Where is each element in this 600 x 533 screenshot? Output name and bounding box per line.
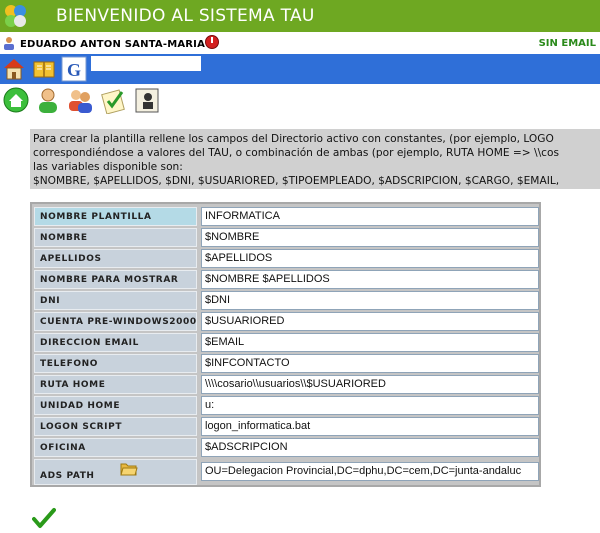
logout-power-icon[interactable] [205, 35, 219, 49]
home-icon[interactable] [1, 56, 27, 82]
toolbar: G [0, 54, 600, 84]
home-path-field[interactable]: \\\\cosario\\usuarios\\$USUARIORED [201, 375, 539, 394]
home-drive-field[interactable]: u: [201, 396, 539, 415]
form-row-display-name: NOMBRE PARA MOSTRAR $NOMBRE $APELLIDOS [34, 270, 539, 289]
field-label: APELLIDOS [40, 254, 102, 264]
instructions-line-4: $NOMBRE, $APELLIDOS, $DNI, $USUARIORED, … [33, 175, 560, 187]
field-label: RUTA HOME [40, 380, 106, 390]
app-logo-icon [5, 5, 26, 27]
user-bar: EDUARDO ANTON SANTA-MARIA SIN EMAIL [0, 32, 600, 54]
instructions-line-2: correspondiéndose a valores del TAU, o c… [33, 147, 559, 159]
form-row-dni: DNI $DNI [34, 291, 539, 310]
office-field[interactable]: $ADSCRIPCION [201, 438, 539, 457]
form-row-pre-windows2000: CUENTA PRE-WINDOWS2000 $USUARIORED [34, 312, 539, 331]
ads-path-field[interactable]: OU=Delegacion Provincial,DC=dphu,DC=cem,… [201, 462, 539, 481]
template-name-field[interactable]: INFORMATICA [201, 207, 539, 226]
field-label: OFICINA [40, 443, 86, 453]
display-name-field[interactable]: $NOMBRE $APELLIDOS [201, 270, 539, 289]
field-label: DNI [40, 296, 61, 306]
form-row-nombre: NOMBRE $NOMBRE [34, 228, 539, 247]
nav-icon-row [0, 84, 600, 116]
form-row-ads-path: ADS PATH OU=Delegacion Provincial,DC=dph… [34, 459, 539, 485]
mail-status[interactable]: SIN EMAIL [539, 38, 596, 49]
field-label: ADS PATH [40, 471, 95, 481]
dni-field[interactable]: $DNI [201, 291, 539, 310]
field-label: NOMBRE [40, 233, 88, 243]
form-row-nombre-plantilla: NOMBRE PLANTILLA INFORMATICA [34, 207, 539, 226]
form-row-logon-script: LOGON SCRIPT logon_informatica.bat [34, 417, 539, 436]
form-row-telefono: TELEFONO $INFCONTACTO [34, 354, 539, 373]
folder-browse-icon[interactable] [120, 461, 138, 476]
form-row-unidad-home: UNIDAD HOME u: [34, 396, 539, 415]
last-name-field[interactable]: $APELLIDOS [201, 249, 539, 268]
users-icon[interactable] [66, 86, 94, 114]
field-label: LOGON SCRIPT [40, 422, 123, 432]
field-label: TELEFONO [40, 359, 98, 369]
user-name: EDUARDO ANTON SANTA-MARIA [20, 39, 206, 50]
first-name-field[interactable]: $NOMBRE [201, 228, 539, 247]
checklist-icon[interactable] [100, 86, 128, 114]
phone-field[interactable]: $INFCONTACTO [201, 354, 539, 373]
form-row-oficina: OFICINA $ADSCRIPCION [34, 438, 539, 457]
user-icon [4, 37, 14, 50]
form-row-apellidos: APELLIDOS $APELLIDOS [34, 249, 539, 268]
user-icon[interactable] [34, 86, 62, 114]
email-field[interactable]: $EMAIL [201, 333, 539, 352]
instructions-line-1: Para crear la plantilla rellene los camp… [33, 133, 554, 145]
instructions-box: Para crear la plantilla rellene los camp… [30, 129, 600, 189]
svg-text:G: G [67, 60, 81, 80]
logon-script-field[interactable]: logon_informatica.bat [201, 417, 539, 436]
form-row-email: DIRECCION EMAIL $EMAIL [34, 333, 539, 352]
book-icon[interactable] [31, 56, 57, 82]
google-icon[interactable]: G [61, 56, 87, 82]
home-circle-icon[interactable] [2, 86, 30, 114]
app-header: BIENVENIDO AL SISTEMA TAU [0, 0, 600, 32]
confirm-check-icon[interactable] [32, 507, 56, 529]
field-label: CUENTA PRE-WINDOWS2000 [40, 317, 197, 327]
instructions-line-3: las variables disponible son: [33, 161, 183, 173]
id-card-icon[interactable] [133, 86, 161, 114]
pre-windows2000-account-field[interactable]: $USUARIORED [201, 312, 539, 331]
field-label: DIRECCION EMAIL [40, 338, 139, 348]
field-label: UNIDAD HOME [40, 401, 121, 411]
page-title: BIENVENIDO AL SISTEMA TAU [56, 6, 315, 26]
field-label: NOMBRE PLANTILLA [40, 212, 152, 222]
search-input[interactable] [91, 56, 201, 71]
template-form: NOMBRE PLANTILLA INFORMATICA NOMBRE $NOM… [30, 202, 541, 487]
form-row-ruta-home: RUTA HOME \\\\cosario\\usuarios\\$USUARI… [34, 375, 539, 394]
field-label: NOMBRE PARA MOSTRAR [40, 275, 179, 285]
